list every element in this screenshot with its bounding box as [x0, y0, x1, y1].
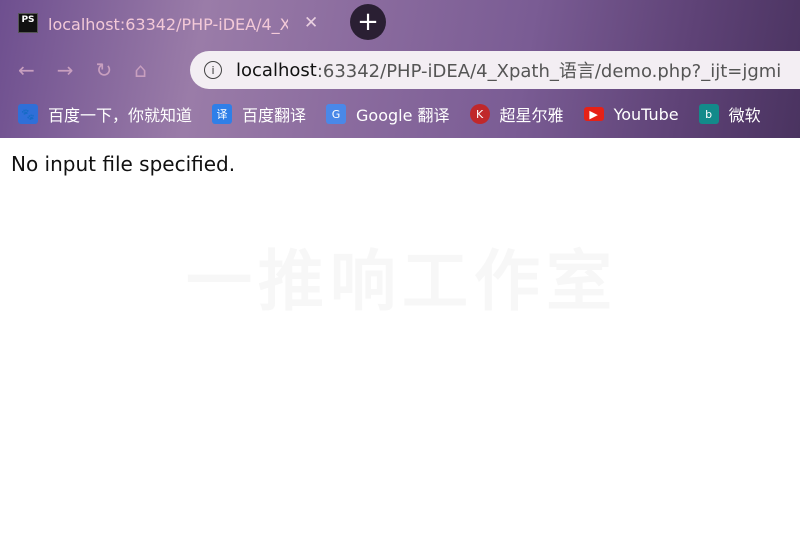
new-tab-button[interactable]: + [350, 4, 386, 40]
bookmark-baidu-translate[interactable]: 译百度翻译 [212, 102, 306, 126]
back-icon[interactable]: ← [18, 58, 35, 82]
bookmarks-bar: 🐾 百度一下，你就知道 译百度翻译 G Google 翻译 K 超星尔雅 ▶ YouTu… [18, 102, 761, 126]
phpstorm-favicon-icon: PS [18, 13, 38, 33]
url-path: :63342/PHP-iDEA/4_Xpath_语言/demo.php?_ijt… [316, 61, 782, 82]
bookmark-google-translate[interactable]: G Google 翻译 [326, 102, 450, 126]
watermark: 一推响工作室 [186, 243, 618, 320]
bookmark-label: 超星尔雅 [499, 106, 564, 125]
bing-icon: b [698, 104, 719, 124]
info-icon[interactable]: i [204, 61, 222, 79]
bookmark-baidu[interactable]: 🐾 百度一下，你就知道 [18, 102, 192, 126]
forward-icon[interactable]: → [57, 58, 74, 82]
bookmark-label: 百度一下，你就知道 [48, 106, 193, 125]
address-bar[interactable]: i localhost:63342/PHP-iDEA/4_Xpath_语言/de… [190, 51, 800, 89]
browser-tab[interactable]: PS localhost:63342/PHP-iDEA/4_Xpath_语言/d… [18, 4, 318, 42]
error-message: No input file specified. [11, 152, 236, 176]
reload-icon[interactable]: ↻ [96, 58, 113, 82]
google-translate-icon: G [326, 104, 347, 124]
browser-chrome: PS localhost:63342/PHP-iDEA/4_Xpath_语言/d… [0, 0, 800, 138]
bookmark-label: YouTube [613, 104, 679, 124]
bookmark-chaoxing[interactable]: K 超星尔雅 [469, 102, 564, 126]
tab-title: localhost:63342/PHP-iDEA/4_Xpath_语言/demo… [48, 15, 288, 34]
chaoxing-icon: K [469, 104, 490, 124]
bookmark-label: 百度翻译 [242, 106, 307, 125]
bookmark-label: 微软 [728, 106, 761, 125]
translate-icon: 译 [212, 104, 233, 124]
close-tab-icon[interactable]: ✕ [304, 13, 318, 33]
bookmark-label: Google 翻译 [356, 106, 450, 125]
youtube-icon: ▶ [583, 107, 604, 121]
home-icon[interactable]: ⌂ [134, 58, 147, 82]
baidu-icon: 🐾 [18, 104, 38, 124]
url-host: localhost [236, 59, 317, 81]
bookmark-bing[interactable]: b 微软 [698, 102, 761, 126]
bookmark-youtube[interactable]: ▶ YouTube [583, 102, 679, 126]
